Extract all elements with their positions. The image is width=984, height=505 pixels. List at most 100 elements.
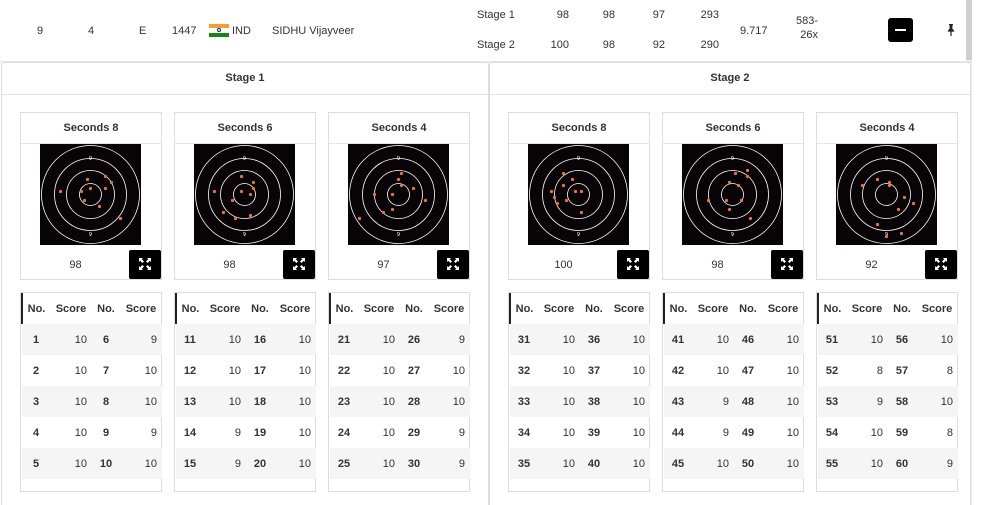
collapse-button[interactable] [888, 18, 913, 42]
stage-1-summary: Stage 1 98 98 97 293 [474, 9, 719, 23]
shot-impact [875, 222, 880, 227]
shot-score: 10 [428, 386, 470, 417]
expand-button[interactable] [925, 250, 957, 279]
shot-impact [748, 216, 753, 221]
expand-button[interactable] [437, 250, 469, 279]
shot-impact [58, 189, 63, 194]
shot-impact [579, 210, 584, 215]
target-icon: 99 [40, 144, 141, 245]
expand-button[interactable] [771, 250, 803, 279]
series-score: 98 [711, 259, 724, 271]
column-header: No. [251, 302, 269, 315]
ring-label: 9 [731, 232, 734, 238]
shots-table: No. Score No. Score 11 10 16 10 12 10 17 10 13 10 18 10… [175, 293, 316, 479]
shot-number: 19 [253, 426, 267, 439]
pushpin-icon[interactable] [946, 24, 956, 38]
target-face: 99 [529, 145, 628, 244]
target-ring [208, 158, 281, 231]
shot-impact [79, 189, 84, 194]
shot-score: 10 [358, 386, 400, 417]
shot-impact [570, 177, 575, 182]
series-score: 98 [602, 9, 615, 21]
shot-score: 9 [846, 386, 888, 417]
column-header: Score [767, 302, 799, 315]
expand-button[interactable] [617, 250, 649, 279]
shot-impact [727, 207, 732, 212]
shot-impact [411, 186, 416, 191]
shot-impact [357, 216, 362, 221]
shot-number: 55 [818, 448, 846, 479]
shot-score: 10 [846, 448, 888, 479]
shot-number: 38 [580, 386, 608, 417]
shot-number: 54 [825, 426, 839, 439]
shot-impact [899, 231, 904, 236]
shot-number: 60 [888, 448, 916, 479]
shot-impact [884, 234, 889, 239]
ring-label: 9 [243, 232, 246, 238]
expand-button[interactable] [283, 250, 315, 279]
shot-number: 37 [587, 364, 601, 377]
shot-number: 30 [400, 448, 428, 479]
shot-number: 32 [517, 364, 531, 377]
table-row: 12 10 17 10 [176, 355, 316, 386]
shot-number: 49 [741, 426, 755, 439]
athlete-name[interactable]: SIDHU Vijayveer [272, 24, 354, 38]
column-header: No. [97, 302, 115, 315]
ring-label: 9 [89, 156, 92, 162]
shot-score: 9 [120, 324, 162, 355]
shot-number: 8 [92, 386, 120, 417]
table-row: 43 9 48 10 [664, 386, 804, 417]
shot-number: 57 [895, 364, 909, 377]
shots-table-card: No. Score No. Score 41 10 46 10 42 10 47 10 43 9 48 10 4… [662, 292, 804, 492]
shot-impact [902, 195, 907, 200]
shot-score: 10 [382, 426, 395, 439]
shot-score: 10 [274, 324, 316, 355]
shot-number: 25 [330, 448, 358, 479]
shot-number: 28 [400, 386, 428, 417]
table-row: 11 10 16 10 [176, 324, 316, 355]
ring-label: 9 [731, 156, 734, 162]
table-row: 24 10 29 9 [330, 417, 470, 448]
shots-table: No. Score No. Score 21 10 26 9 22 10 27 10 23 10 28 10 2… [329, 293, 470, 479]
table-row: 44 9 49 10 [664, 417, 804, 448]
average-score: 9.717 [740, 25, 768, 37]
target-face: 99 [837, 145, 936, 244]
shot-score: 9 [722, 426, 729, 439]
table-row: 54 10 59 8 [818, 417, 958, 448]
shot-score: 10 [562, 426, 575, 439]
column-header: No. [405, 302, 423, 315]
table-row: 25 10 30 9 [330, 448, 470, 479]
column-header: No. [893, 302, 911, 315]
shots-table-card: No. Score No. Score 31 10 36 10 32 10 37 10 33 10 38 10… [508, 292, 650, 492]
shot-score: 8 [946, 426, 953, 439]
expand-button[interactable] [129, 250, 161, 279]
athlete-result-row[interactable]: 9 4 E 1447 IND SIDHU Vijayveer Stage 1 9… [0, 0, 966, 62]
ring-label: 9 [577, 232, 580, 238]
series-score: 92 [865, 259, 878, 271]
series-title: Seconds 8 [21, 113, 161, 144]
series-score: 98 [69, 259, 82, 271]
table-row: 3 10 8 10 [22, 386, 162, 417]
target-ring [66, 170, 115, 219]
column-header: No. [585, 302, 603, 315]
shot-number: 51 [818, 324, 846, 355]
expand-arrows-icon [935, 258, 947, 270]
nation-code: IND [232, 25, 251, 37]
shot-score: 9 [150, 426, 157, 439]
stage-label: Stage 1 [477, 9, 515, 21]
relay: 4 [88, 25, 95, 37]
series-title: Seconds 8 [509, 113, 649, 144]
ring-label: 9 [89, 232, 92, 238]
stage-2-summary: Stage 2 100 98 92 290 [474, 39, 719, 53]
shot-impact [561, 183, 566, 188]
shot-number: 36 [580, 324, 608, 355]
target-ring [542, 158, 615, 231]
target-ring [862, 170, 911, 219]
shot-score: 10 [762, 386, 804, 417]
column-header: No. [817, 293, 846, 324]
target-ring [54, 158, 127, 231]
shot-score: 10 [298, 364, 311, 377]
scrollbar-thumb[interactable] [966, 0, 972, 60]
table-row: 33 10 38 10 [510, 386, 650, 417]
target-face: 99 [683, 145, 782, 244]
